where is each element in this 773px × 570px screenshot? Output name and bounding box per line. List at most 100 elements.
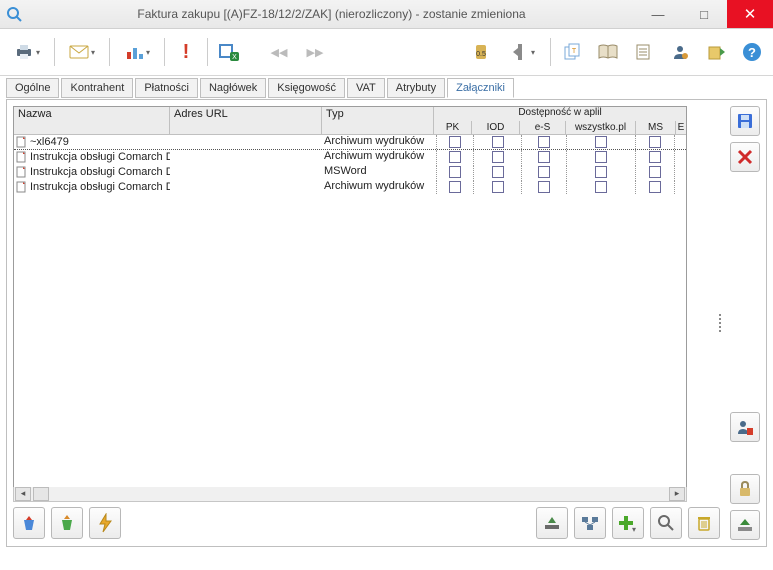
pages-button[interactable]: T: [557, 37, 587, 67]
tab-ogolne[interactable]: Ogólne: [6, 78, 59, 98]
col-typ[interactable]: Typ: [322, 107, 434, 135]
lock-button[interactable]: [730, 474, 760, 504]
checkbox[interactable]: [538, 181, 550, 193]
checkbox-cell[interactable]: [566, 165, 635, 179]
checkbox[interactable]: [449, 181, 461, 193]
table-row[interactable]: Instrukcja obsługi Comarch DArchiwum wyd…: [14, 180, 686, 195]
user-button[interactable]: [665, 37, 695, 67]
minimize-button[interactable]: —: [635, 0, 681, 28]
vertical-splitter[interactable]: [718, 104, 722, 542]
checkbox[interactable]: [649, 166, 661, 178]
scroll-right-icon[interactable]: ▸: [669, 487, 685, 501]
checkbox-cell[interactable]: [674, 135, 684, 149]
table-row[interactable]: Instrukcja obsługi Comarch DArchiwum wyd…: [14, 150, 686, 165]
checkbox-cell[interactable]: [635, 180, 674, 194]
tab-vat[interactable]: VAT: [347, 78, 385, 98]
checkbox[interactable]: [649, 151, 661, 163]
col-wszystko[interactable]: wszystko.pl: [566, 121, 636, 135]
tab-ksiegowosc[interactable]: Księgowość: [268, 78, 345, 98]
tab-kontrahent[interactable]: Kontrahent: [61, 78, 133, 98]
save-button[interactable]: [730, 106, 760, 136]
excel-button[interactable]: X: [214, 37, 244, 67]
search-button[interactable]: [650, 507, 682, 539]
split-button[interactable]: ▾: [502, 37, 544, 67]
grid-body[interactable]: ~xl6479Archiwum wydrukówInstrukcja obsłu…: [14, 135, 686, 497]
checkbox[interactable]: [449, 151, 461, 163]
checkbox[interactable]: [538, 166, 550, 178]
checkbox[interactable]: [649, 181, 661, 193]
col-url[interactable]: Adres URL: [170, 107, 322, 135]
export-button[interactable]: [701, 37, 731, 67]
checkbox-cell[interactable]: [521, 150, 566, 164]
checkbox-cell[interactable]: [674, 165, 684, 179]
checkbox-cell[interactable]: [473, 135, 520, 149]
col-e[interactable]: E: [676, 121, 686, 135]
eject-button[interactable]: [730, 510, 760, 540]
checkbox-cell[interactable]: [473, 165, 520, 179]
checkbox-cell[interactable]: [473, 180, 520, 194]
checkbox[interactable]: [449, 166, 461, 178]
checkbox-cell[interactable]: [521, 180, 566, 194]
bolt-button[interactable]: [89, 507, 121, 539]
checkbox-cell[interactable]: [566, 135, 635, 149]
nav-next-button[interactable]: ▶▶: [300, 37, 330, 67]
checkbox-cell[interactable]: [566, 150, 635, 164]
tab-naglowek[interactable]: Nagłówek: [200, 78, 266, 98]
upload-button[interactable]: [536, 507, 568, 539]
close-button[interactable]: ✕: [727, 0, 773, 28]
checkbox[interactable]: [538, 136, 550, 148]
checkbox-cell[interactable]: [635, 150, 674, 164]
book-button[interactable]: [593, 37, 623, 67]
checkbox[interactable]: [449, 136, 461, 148]
checkbox-cell[interactable]: [566, 180, 635, 194]
scroll-thumb[interactable]: [33, 487, 49, 501]
checkbox[interactable]: [492, 136, 504, 148]
checkbox[interactable]: [649, 136, 661, 148]
checkbox-cell[interactable]: [473, 150, 520, 164]
alert-button[interactable]: !: [171, 37, 201, 67]
col-ms[interactable]: MS: [636, 121, 676, 135]
col-iod[interactable]: IOD: [472, 121, 520, 135]
checkbox[interactable]: [492, 166, 504, 178]
checkbox[interactable]: [595, 151, 607, 163]
tab-zalaczniki[interactable]: Załączniki: [447, 78, 514, 98]
nav-prev-button[interactable]: ◀◀: [264, 37, 294, 67]
checkbox[interactable]: [492, 151, 504, 163]
table-row[interactable]: ~xl6479Archiwum wydruków: [14, 135, 686, 150]
checkbox-cell[interactable]: [436, 135, 473, 149]
help-button[interactable]: ?: [737, 37, 767, 67]
checkbox-cell[interactable]: [635, 165, 674, 179]
attachments-grid[interactable]: Dostępność w aplil Nazwa Adres URL Typ P…: [13, 106, 687, 498]
grid-hscrollbar[interactable]: ◂ ▸: [13, 487, 687, 502]
tab-atrybuty[interactable]: Atrybuty: [387, 78, 445, 98]
checkbox-cell[interactable]: [674, 150, 684, 164]
chart-button[interactable]: ▾: [116, 37, 158, 67]
checkbox[interactable]: [595, 181, 607, 193]
checkbox-cell[interactable]: [674, 180, 684, 194]
tab-platnosci[interactable]: Płatności: [135, 78, 198, 98]
checkbox[interactable]: [492, 181, 504, 193]
delete-button[interactable]: [730, 142, 760, 172]
table-row[interactable]: Instrukcja obsługi Comarch DMSWord: [14, 165, 686, 180]
user-settings-button[interactable]: [730, 412, 760, 442]
col-es[interactable]: e-S: [520, 121, 566, 135]
dimensions-button[interactable]: 0.5: [466, 37, 496, 67]
bucket-out-button[interactable]: [51, 507, 83, 539]
checkbox-cell[interactable]: [436, 180, 473, 194]
checkbox-cell[interactable]: [436, 150, 473, 164]
bucket-in-button[interactable]: [13, 507, 45, 539]
checkbox-cell[interactable]: [436, 165, 473, 179]
checkbox[interactable]: [595, 136, 607, 148]
print-button[interactable]: ▾: [6, 37, 48, 67]
checkbox-cell[interactable]: [521, 135, 566, 149]
trash-button[interactable]: [688, 507, 720, 539]
mail-button[interactable]: ▾: [61, 37, 103, 67]
checkbox-cell[interactable]: [521, 165, 566, 179]
col-pk[interactable]: PK: [434, 121, 472, 135]
maximize-button[interactable]: □: [681, 0, 727, 28]
notes-button[interactable]: [629, 37, 659, 67]
add-button[interactable]: ▾: [612, 507, 644, 539]
network-button[interactable]: [574, 507, 606, 539]
checkbox-cell[interactable]: [635, 135, 674, 149]
scroll-left-icon[interactable]: ◂: [15, 487, 31, 501]
